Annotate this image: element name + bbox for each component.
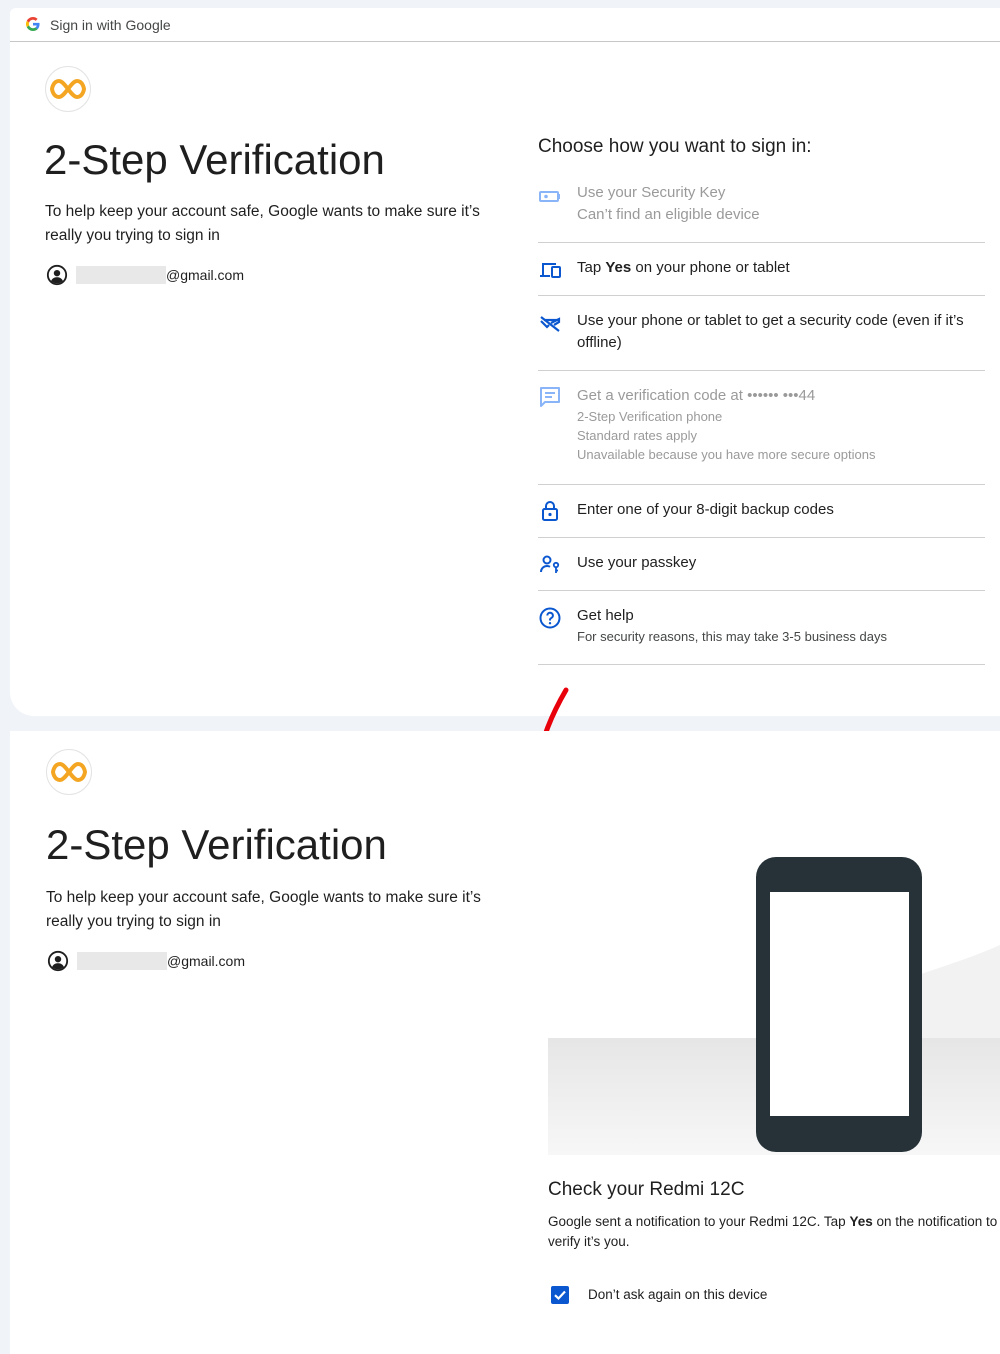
option-tap-yes[interactable]: Tap Yes on your phone or tablet — [538, 243, 985, 296]
page-description: To help keep your account safe, Google w… — [45, 203, 480, 244]
passkey-icon — [540, 555, 560, 573]
option-label: Use your passkey — [577, 554, 697, 571]
devices-icon — [540, 263, 561, 278]
page-title: 2-Step Verification — [44, 136, 385, 183]
option-security-code[interactable]: Use your phone or tablet to get a securi… — [538, 296, 985, 371]
app-logo — [45, 66, 91, 112]
redacted-username — [76, 266, 166, 284]
redacted-username — [77, 952, 167, 970]
help-icon — [539, 607, 561, 629]
phonelink-off-icon — [540, 316, 561, 332]
email-domain: @gmail.com — [166, 267, 245, 283]
infinity-logo-icon — [49, 78, 87, 100]
phone-illustration — [548, 855, 1000, 1175]
option-passkey[interactable]: Use your passkey — [538, 538, 985, 591]
page-title: 2-Step Verification — [46, 821, 387, 868]
email-domain: @gmail.com — [167, 953, 246, 969]
checkmark-icon — [554, 1290, 566, 1301]
option-sublabel: Can’t find an eligible device — [577, 206, 760, 223]
option-label: Tap Yes on your phone or tablet — [577, 259, 790, 276]
dont-ask-again-label[interactable]: Don’t ask again on this device — [588, 1287, 767, 1302]
check-device-description: Google sent a notification to your Redmi… — [548, 1214, 998, 1249]
option-label: Get help — [577, 607, 634, 624]
option-sms-code: Get a verification code at •••••• •••44 … — [538, 371, 985, 485]
browser-title-bar: Sign in with Google — [10, 8, 1000, 42]
dont-ask-again-checkbox[interactable] — [551, 1286, 569, 1304]
option-backup-codes[interactable]: Enter one of your 8-digit backup codes — [538, 485, 985, 538]
window-title: Sign in with Google — [50, 17, 171, 33]
account-circle-icon — [46, 264, 68, 286]
account-chip[interactable]: @gmail.com — [46, 264, 244, 286]
infinity-logo-icon — [50, 761, 88, 783]
page-description: To help keep your account safe, Google w… — [46, 889, 481, 930]
google-g-icon — [26, 17, 40, 31]
option-get-help[interactable]: Get help For security reasons, this may … — [538, 591, 985, 665]
choose-method-title: Choose how you want to sign in: — [538, 136, 812, 157]
check-device-title: Check your Redmi 12C — [548, 1179, 745, 1200]
account-circle-icon — [47, 950, 69, 972]
option-sublabel: For security reasons, this may take 3-5 … — [577, 629, 887, 644]
option-label: Enter one of your 8-digit backup codes — [577, 501, 834, 518]
option-label: Get a verification code at •••••• •••44 — [577, 387, 816, 404]
security-key-icon — [539, 191, 560, 202]
lock-icon — [542, 501, 558, 521]
option-label: Use your phone or tablet to get a securi… — [577, 312, 964, 351]
sms-icon — [540, 387, 560, 407]
app-logo — [46, 749, 92, 795]
phone-graphic — [548, 857, 1000, 1175]
option-sublabel: Unavailable because you have more secure… — [577, 447, 876, 462]
option-sublabel: 2-Step Verification phone — [577, 409, 723, 424]
option-security-key: Use your Security Key Can’t find an elig… — [538, 182, 985, 243]
account-chip[interactable]: @gmail.com — [47, 950, 245, 972]
option-label: Use your Security Key — [577, 184, 726, 201]
option-sublabel: Standard rates apply — [577, 428, 697, 443]
